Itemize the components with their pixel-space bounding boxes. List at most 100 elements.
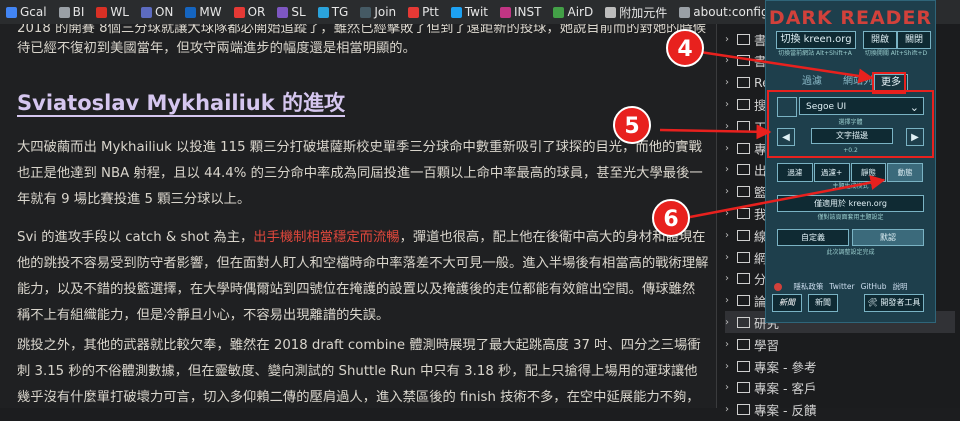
folder-icon (737, 273, 750, 285)
p3-line: 刺 3.15 秒的不俗體測數據，但在靈敏度、變向測試的 Shuttle Run … (17, 364, 698, 379)
globe-icon (679, 6, 691, 18)
folder-label: 專案 - 參考 (754, 359, 817, 375)
chevron-right-icon: › (725, 295, 729, 307)
default-button[interactable]: 默認 (852, 229, 924, 246)
instagram-icon (500, 6, 512, 18)
mode-selector: 過濾 過濾+ 靜態 動態 (777, 163, 924, 182)
mode-dynamic[interactable]: 動態 (887, 163, 923, 182)
bookmark-label: Twit (464, 5, 489, 19)
toggle-site-button[interactable]: 切換 kreen.org (776, 31, 856, 49)
p1-line: 大四破繭而出 Mykhailiuk 以投進 115 顆三分打破堪薩斯校史單季三分… (17, 140, 702, 155)
chevron-right-icon: › (725, 33, 729, 45)
bookmark-3[interactable]: ON (140, 5, 173, 19)
chevron-right-icon: › (725, 120, 729, 132)
bookmark-11[interactable]: INST (500, 5, 541, 19)
sidebar-folder[interactable]: › 專案 - 客戶 (725, 377, 816, 399)
site-only-hint: 僅對該頁面套用主題設定 (817, 214, 884, 221)
chevron-right-icon: › (725, 207, 729, 219)
bookmark-14[interactable]: about:config (679, 5, 769, 19)
folder-icon (737, 404, 750, 416)
onoff-hint: 切換開關 Alt+Shift+D (864, 50, 928, 57)
bookmark-label: AirD (567, 5, 594, 19)
sidebar-folder[interactable]: › 專案 - 參考 (725, 355, 816, 377)
annotation-marker-5: 5 (613, 106, 651, 144)
footer-links: 隱私政策 Twitter GitHub 說明 (777, 281, 924, 292)
bookmark-label: OR (247, 5, 266, 19)
bookmark-0[interactable]: Gcal (6, 5, 47, 19)
google-calendar-icon (6, 6, 17, 18)
folder-icon (737, 360, 750, 372)
chevron-right-icon: › (725, 98, 729, 110)
article-intro: 待已經不復初到美國當年，但攻守兩端進步的幅度還是相當明顯的。 (17, 41, 416, 56)
site-only-button[interactable]: 僅適用於 kreen.org (777, 195, 924, 212)
footer-link[interactable]: Twitter (829, 282, 854, 291)
p3-line: 幾乎沒有什麼單打破壞力可言，切入多仰賴二傳的壓肩過人，進入禁區後的 finish… (17, 390, 700, 405)
custom-button[interactable]: 自定義 (777, 229, 849, 246)
puzzle-icon (605, 6, 617, 18)
ptt-icon (408, 6, 420, 18)
join-icon (360, 6, 372, 18)
folder-label: 學習 (754, 337, 780, 353)
article-pane: 2018 的開賽 8個三分球就讓大球隊都必開始追蹤了，雖然已經擊敗了但到了遠距新… (0, 24, 716, 408)
folder-icon (737, 229, 750, 241)
bookmark-1[interactable]: BI (58, 5, 84, 19)
bookmark-label: MW (199, 5, 222, 19)
section-heading[interactable]: Sviatoslav Mykhailiuk 的進攻 (17, 87, 345, 117)
bookmark-label: 附加元件 (619, 5, 668, 20)
bookmark-10[interactable]: Twit (450, 5, 489, 19)
folder-icon (737, 77, 750, 89)
off-button[interactable]: 關閉 (897, 31, 931, 49)
folder-icon (737, 295, 750, 307)
bookmark-label: about:config (693, 5, 769, 19)
highlighted-phrase[interactable]: 出手機制相當穩定而流暢 (253, 230, 399, 245)
bookmark-12[interactable]: AirD (553, 5, 593, 19)
chevron-right-icon: › (725, 316, 729, 328)
bookmark-7[interactable]: TG (317, 5, 349, 19)
folder-icon (737, 251, 750, 263)
bookmark-label: WL (110, 5, 129, 19)
bookmark-6[interactable]: SL (277, 5, 306, 19)
bookmark-8[interactable]: Join (360, 5, 396, 19)
footer-link[interactable]: 隱私政策 (793, 282, 823, 291)
p3-line: 跳投之外，其他的武器就比較欠奉，雖然在 2018 draft combine 體… (17, 338, 701, 353)
chevron-right-icon: › (725, 164, 729, 176)
folder-icon (737, 186, 750, 198)
news-button[interactable]: 新聞 (772, 294, 802, 312)
bookmark-2[interactable]: WL (96, 5, 129, 19)
bookmark-label: INST (514, 5, 542, 19)
on-button[interactable]: 開啟 (863, 31, 897, 49)
airdroid-icon (553, 6, 565, 18)
footer-link[interactable]: GitHub (861, 282, 887, 291)
mode-static[interactable]: 靜態 (850, 163, 887, 182)
chevron-right-icon: › (725, 229, 729, 241)
sidebar-folder[interactable]: › 專案 - 反饋 (725, 399, 816, 421)
bookmark-4[interactable]: MW (185, 5, 222, 19)
footer-link[interactable]: 說明 (893, 282, 908, 291)
folder-icon (737, 207, 750, 219)
news-secondary-button[interactable]: 新聞 (808, 294, 838, 312)
bookmark-13[interactable]: 附加元件 (605, 4, 667, 21)
bookmark-label: TG (331, 5, 349, 19)
folder-icon (737, 120, 750, 132)
devtools-button[interactable]: 🛠 開發者工具 (864, 294, 924, 312)
wl-icon (96, 6, 108, 18)
chevron-right-icon: › (725, 142, 729, 154)
folder-icon (737, 164, 750, 176)
chevron-right-icon: › (725, 77, 729, 89)
p2-line: 稱不上有組織能力，但是冷靜且小心，不容易出現離譜的失誤。 (17, 308, 390, 323)
chevron-right-icon: › (725, 404, 729, 416)
tab-filter[interactable]: 過濾 (794, 74, 830, 90)
mode-filter-plus[interactable]: 過濾+ (813, 163, 850, 182)
mode-filter[interactable]: 過濾 (777, 163, 813, 182)
chevron-right-icon: › (725, 273, 729, 285)
bookmark-label: SL (291, 5, 306, 19)
custom-hint: 此次調整設定完成 (826, 249, 875, 256)
sl-icon (277, 6, 289, 18)
sidebar-folder[interactable]: › Re (725, 72, 770, 94)
bookmark-9[interactable]: Ptt (408, 5, 439, 19)
bookmark-5[interactable]: OR (233, 5, 266, 19)
sidebar-folder[interactable]: › 學習 (725, 333, 779, 355)
folder-icon (737, 55, 750, 67)
p1-line: 也正是他達到 NBA 射程，且以 44.4% 的三分命中率成為同屆投進一百顆以上… (17, 166, 703, 181)
chevron-right-icon: › (725, 55, 729, 67)
